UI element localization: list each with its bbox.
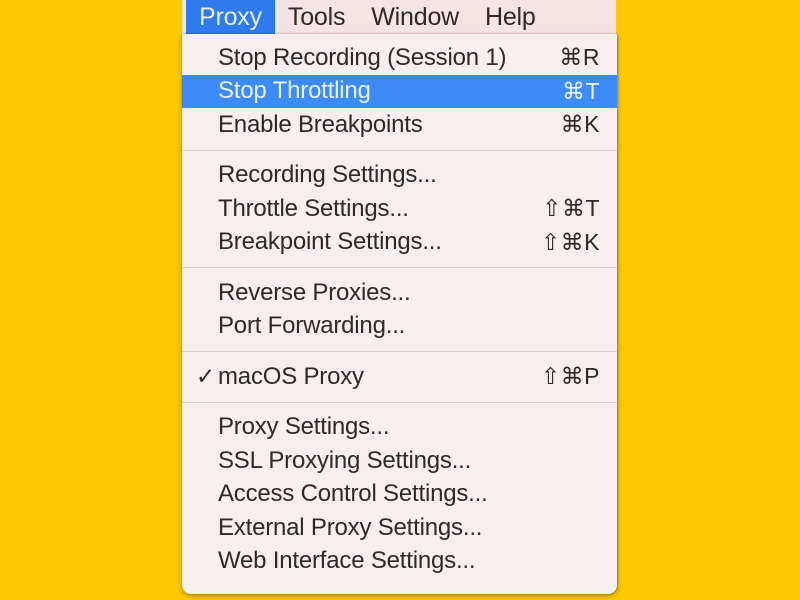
menu-item-shortcut: ⌘T: [561, 77, 600, 104]
menubar-item-tools[interactable]: Tools: [275, 0, 358, 34]
menu-group: Reverse Proxies... Port Forwarding...: [182, 276, 617, 343]
menu-item-label: Stop Recording (Session 1): [218, 43, 507, 71]
desktop-background: Proxy Tools Window Help Stop Recording (Ses…: [0, 0, 800, 600]
menu-item-label: Breakpoint Settings...: [218, 228, 442, 256]
menu-separator: [182, 267, 617, 268]
menu-separator: [182, 351, 617, 352]
menu-item[interactable]: ✓ macOS Proxy ⇧⌘P: [182, 360, 617, 394]
menu-separator: [182, 149, 617, 151]
menu-group: Stop Recording (Session 1) ⌘R Stop Throttl…: [182, 41, 617, 142]
menu-item[interactable]: Reverse Proxies...: [182, 276, 617, 310]
menu-item[interactable]: Stop Throttling ⌘T: [182, 74, 617, 108]
menu-item[interactable]: Throttle Settings... ⇧⌘T: [182, 192, 617, 226]
menu-top-padding: [182, 34, 617, 41]
menu-item-label: Throttle Settings...: [218, 194, 409, 222]
menu-item-label: External Proxy Settings...: [218, 513, 483, 541]
menu-group: ✓ macOS Proxy ⇧⌘P: [182, 360, 617, 394]
menu-item-label: SSL Proxying Settings...: [218, 446, 472, 474]
menu-item[interactable]: Stop Recording (Session 1) ⌘R: [182, 41, 617, 75]
menubar-item-window[interactable]: Window: [358, 0, 472, 34]
menu-item-label: Stop Throttling: [218, 77, 371, 105]
menu-item[interactable]: Proxy Settings...: [182, 411, 617, 445]
menu-group: Proxy Settings... SSL Proxying Settings..…: [182, 411, 617, 579]
menu-item-label: Proxy Settings...: [218, 413, 390, 441]
menubar-item-help[interactable]: Help: [472, 0, 549, 34]
menu-item[interactable]: SSL Proxying Settings...: [182, 444, 617, 478]
menu-item[interactable]: Recording Settings...: [182, 159, 617, 193]
menu-bar: Proxy Tools Window Help: [182, 0, 616, 34]
menu-item[interactable]: External Proxy Settings...: [182, 511, 617, 545]
menu-item-shortcut: ⇧⌘T: [542, 195, 600, 222]
menu-item-label: Port Forwarding...: [218, 312, 406, 340]
menu-item-label: macOS Proxy: [218, 362, 364, 390]
menu-item[interactable]: Breakpoint Settings... ⇧⌘K: [182, 226, 617, 260]
checkmark-icon: ✓: [196, 363, 216, 390]
menu-item-label: Recording Settings...: [218, 161, 437, 189]
menu-item[interactable]: Enable Breakpoints ⌘K: [182, 108, 617, 142]
menu-item[interactable]: Port Forwarding...: [182, 310, 617, 344]
menu-item-label: Enable Breakpoints: [218, 110, 423, 138]
menu-item-label: Reverse Proxies...: [218, 278, 411, 306]
menu-item-shortcut: ⇧⌘K: [540, 228, 600, 255]
menu-item[interactable]: Web Interface Settings...: [182, 545, 617, 579]
menu-item-shortcut: ⌘R: [559, 44, 600, 71]
menu-item-shortcut: ⇧⌘P: [540, 363, 600, 390]
proxy-menu-dropdown: Stop Recording (Session 1) ⌘R Stop Throttl…: [182, 34, 617, 594]
menu-item-label: Access Control Settings...: [218, 480, 488, 508]
menu-item-shortcut: ⌘K: [560, 111, 600, 138]
menu-item[interactable]: Access Control Settings...: [182, 478, 617, 512]
menu-item-label: Web Interface Settings...: [218, 547, 476, 575]
menu-separator: [182, 401, 617, 403]
menubar-item-proxy[interactable]: Proxy: [186, 0, 275, 34]
menu-group: Recording Settings... Throttle Settings..…: [182, 159, 617, 260]
